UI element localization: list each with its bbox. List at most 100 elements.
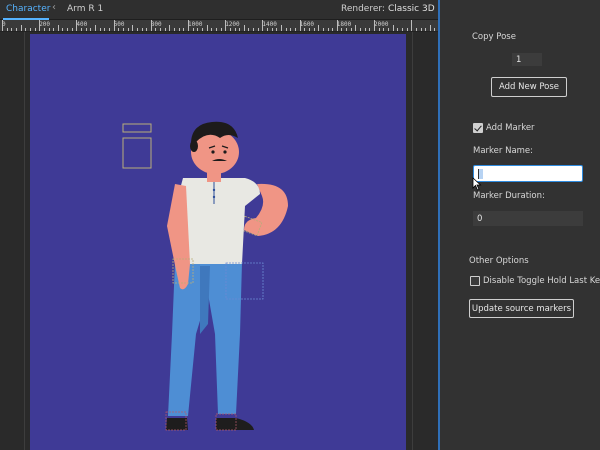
scene-editor: Character ‹ Arm R 1 Renderer: Classic 3D… [0, 0, 440, 450]
ruler-tick [85, 28, 87, 31]
ruler-tick [127, 28, 129, 31]
ruler-tick [43, 28, 45, 31]
ruler-tick [48, 28, 50, 31]
ruler-tick [169, 25, 171, 31]
ruler-tick [267, 28, 269, 31]
ruler-tick [350, 28, 352, 31]
ruler-tick [387, 28, 389, 31]
ruler-tick [67, 28, 69, 31]
marker-duration-field[interactable]: 0 [473, 211, 583, 226]
ruler-tick [364, 28, 366, 31]
ruler-tick [262, 20, 264, 31]
ruler-tick [383, 28, 385, 31]
character-artwork [122, 121, 288, 431]
ruler-tick [20, 25, 22, 31]
ruler-tick [406, 28, 408, 31]
ruler-tick [434, 28, 436, 31]
ruler-tick [29, 28, 31, 31]
ruler-label: 800 [150, 21, 162, 28]
ruler-tick [201, 28, 203, 31]
ruler-tick [229, 28, 231, 31]
ruler-tick [215, 28, 217, 31]
ruler-tick [411, 20, 413, 31]
renderer-label: Renderer: [341, 4, 385, 14]
shoe-right[interactable] [216, 418, 254, 430]
ruler-tick [211, 28, 213, 31]
scene-stage[interactable] [30, 34, 406, 450]
ruler-tick [429, 25, 431, 31]
ruler-tick [271, 28, 273, 31]
add-new-pose-button[interactable]: Add New Pose [491, 77, 567, 97]
ruler-tick [99, 28, 101, 31]
ruler-tick [369, 28, 371, 31]
ruler-tick [25, 28, 27, 31]
scene-divider-right [412, 32, 413, 450]
ruler-tick [257, 28, 259, 31]
ruler-tick [90, 28, 92, 31]
handle-box-bottom[interactable] [122, 137, 152, 169]
renderer-dropdown[interactable]: Classic 3D [388, 4, 435, 14]
ruler-tick [355, 25, 357, 31]
copy-pose-field[interactable]: 1 [512, 53, 542, 66]
ruler-label: 1800 [336, 21, 352, 28]
ruler-label: 1200 [225, 21, 240, 28]
ruler-tick [281, 25, 282, 31]
ruler-tick [146, 28, 148, 31]
marker-name-input[interactable] [473, 165, 583, 182]
ruler-tick [34, 28, 36, 31]
ruler-tick [183, 28, 185, 31]
ruler-label: 600 [113, 21, 125, 28]
breadcrumb-separator-icon[interactable]: ‹ [52, 2, 56, 13]
ruler-tick [290, 28, 292, 31]
tab-character[interactable]: Character [6, 4, 50, 14]
properties-panel: Copy Pose 1 Add New Pose Add Marker Mark… [440, 0, 600, 450]
ruler-tick [392, 25, 394, 31]
ruler-tick [327, 28, 329, 31]
legs-shade [200, 266, 210, 334]
ruler-tick [318, 25, 320, 31]
scene-divider-left [24, 32, 25, 450]
ruler-tick [243, 25, 245, 31]
ruler-tick [299, 20, 301, 31]
ruler-tick [62, 28, 64, 31]
ruler-tick [39, 20, 41, 31]
ruler-tick [188, 20, 189, 31]
ruler-tick [113, 20, 115, 31]
ruler-tick [397, 28, 399, 31]
disable-toggle-hold-checkbox[interactable] [470, 276, 480, 286]
ruler-tick [164, 28, 166, 31]
ruler-tick [197, 28, 199, 31]
ruler-tick [2, 20, 3, 31]
ruler-tick [313, 28, 315, 31]
ruler-tick [276, 28, 278, 31]
ruler-label: 1400 [262, 21, 277, 28]
add-marker-checkbox[interactable] [473, 123, 483, 133]
update-source-markers-button[interactable]: Update source markers [469, 299, 574, 318]
ruler-label: 1000 [188, 21, 203, 28]
ruler-tick [336, 20, 338, 31]
ruler-tick [420, 28, 422, 31]
other-options-label: Other Options [469, 256, 529, 266]
ruler-tick [141, 28, 143, 31]
shoe-left[interactable] [166, 418, 188, 430]
tab-arm-r-1[interactable]: Arm R 1 [67, 4, 103, 14]
eye-left [211, 150, 215, 154]
ruler-tick [332, 28, 334, 31]
disable-toggle-hold-label: Disable Toggle Hold Last Key [483, 276, 600, 286]
ruler-tick [401, 28, 403, 31]
copy-pose-label: Copy Pose [472, 32, 516, 42]
ruler-tick [248, 28, 250, 31]
ruler-tick [71, 28, 73, 31]
ruler-tick [220, 28, 222, 31]
app-window: Character ‹ Arm R 1 Renderer: Classic 3D… [0, 0, 600, 450]
handle-box-top[interactable] [122, 123, 152, 133]
ruler-label: 400 [76, 21, 88, 28]
mouse-pointer-icon [472, 177, 482, 191]
horizontal-ruler: 0 200 400 600 800 1000 1200 1400 1600 1800 2000 [0, 20, 440, 32]
ruler-tick [53, 28, 55, 31]
ruler-tick [322, 28, 324, 31]
ruler-tick [425, 28, 427, 31]
arm-left[interactable] [167, 184, 190, 290]
ruler-tick [341, 28, 343, 31]
eye-right [223, 150, 227, 154]
